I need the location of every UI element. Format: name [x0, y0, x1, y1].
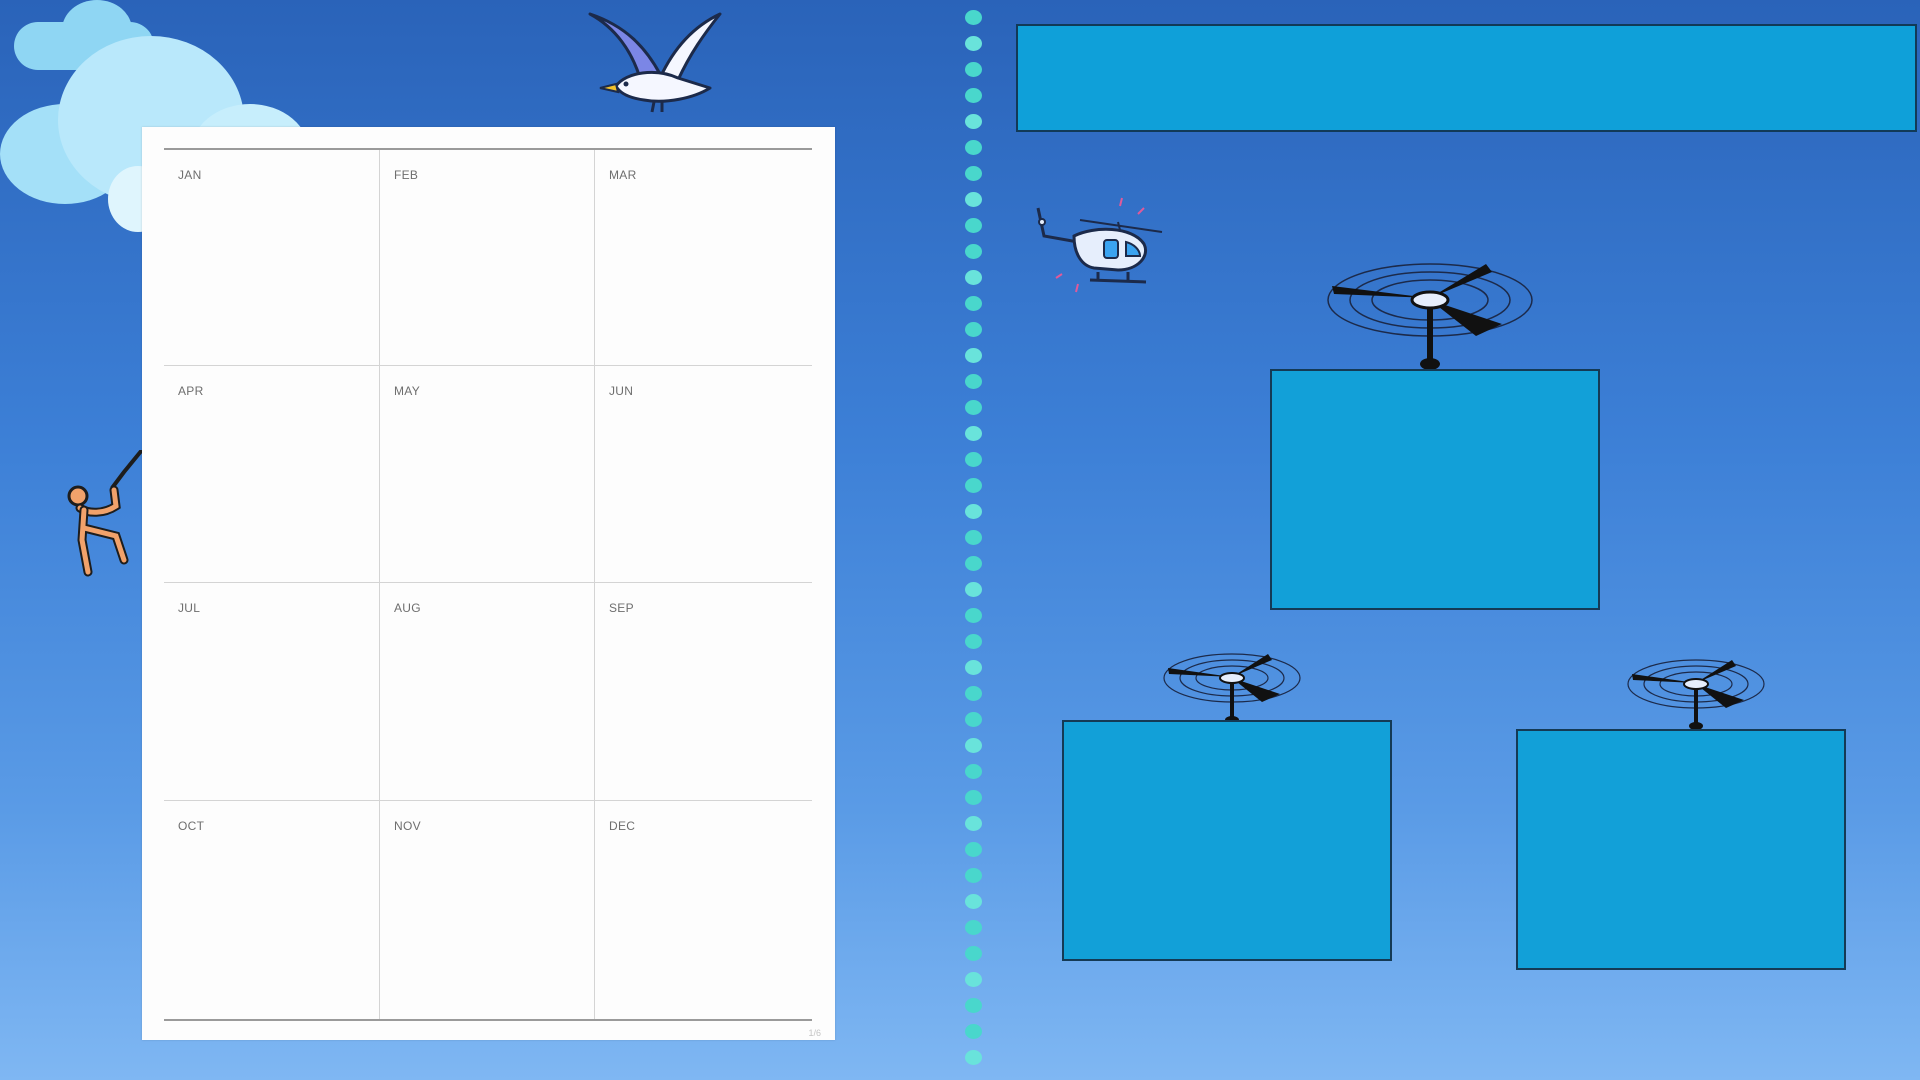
- rotor-icon: [1327, 263, 1533, 370]
- divider-dot: [965, 504, 982, 519]
- rotor-icon: [1163, 653, 1301, 724]
- divider-dot: [965, 764, 982, 779]
- divider-dot: [965, 790, 982, 805]
- divider-dot: [965, 842, 982, 857]
- divider-dot: [965, 894, 982, 909]
- month-label: APR: [178, 384, 204, 398]
- divider-dot: [965, 166, 982, 181]
- divider-dot: [965, 244, 982, 259]
- divider-dot: [965, 1024, 982, 1039]
- month-cell-may: MAY: [380, 366, 595, 583]
- divider-dot: [965, 400, 982, 415]
- month-label: DEC: [609, 819, 636, 833]
- org-box-top[interactable]: [1270, 369, 1600, 610]
- divider-dot: [965, 140, 982, 155]
- month-cell-feb: FEB: [380, 150, 595, 366]
- divider-dot: [965, 322, 982, 337]
- month-label: FEB: [394, 168, 419, 182]
- divider-dot: [965, 348, 982, 363]
- divider-dot: [965, 192, 982, 207]
- divider-dot: [965, 1050, 982, 1065]
- month-cell-nov: NOV: [380, 801, 595, 1019]
- title-banner[interactable]: [1016, 24, 1917, 132]
- month-cell-apr: APR: [164, 366, 380, 583]
- divider-dot: [965, 556, 982, 571]
- divider-dot: [965, 270, 982, 285]
- month-label: JUL: [178, 601, 201, 615]
- divider-dot: [965, 530, 982, 545]
- climber-icon: [67, 450, 144, 577]
- seagull-icon: [588, 12, 722, 113]
- month-cell-jul: JUL: [164, 583, 380, 801]
- divider-dot: [965, 738, 982, 753]
- month-label: JAN: [178, 168, 202, 182]
- month-cell-jan: JAN: [164, 150, 380, 366]
- month-cell-dec: DEC: [595, 801, 812, 1019]
- month-label: NOV: [394, 819, 421, 833]
- divider-dot: [965, 634, 982, 649]
- month-cell-oct: OCT: [164, 801, 380, 1019]
- divider-dot: [965, 816, 982, 831]
- divider-dot: [965, 478, 982, 493]
- month-label: MAR: [609, 168, 637, 182]
- helicopter-icon: [1036, 197, 1163, 293]
- divider-dot: [965, 10, 982, 25]
- divider-dot: [965, 686, 982, 701]
- page-indicator: 1/6: [808, 1028, 821, 1038]
- month-label: AUG: [394, 601, 421, 615]
- month-grid: JAN FEB MAR APR MAY JUN JUL AUG SEP OCT …: [164, 148, 812, 1021]
- divider-dot: [965, 218, 982, 233]
- divider-dot: [965, 998, 982, 1013]
- divider-dot: [965, 426, 982, 441]
- divider-dot: [965, 660, 982, 675]
- divider-dot: [965, 582, 982, 597]
- divider-dot: [965, 712, 982, 727]
- divider-dot: [965, 62, 982, 77]
- org-box-right[interactable]: [1516, 729, 1846, 970]
- month-label: OCT: [178, 819, 205, 833]
- divider-dot: [965, 374, 982, 389]
- divider-dot: [965, 296, 982, 311]
- divider-dot: [965, 88, 982, 103]
- divider-dot: [965, 452, 982, 467]
- divider-dot: [965, 114, 982, 129]
- divider-dot: [965, 946, 982, 961]
- dotted-divider: [963, 10, 983, 1080]
- divider-dot: [965, 920, 982, 935]
- month-cell-aug: AUG: [380, 583, 595, 801]
- month-cell-mar: MAR: [595, 150, 812, 366]
- divider-dot: [965, 36, 982, 51]
- rotor-icon: [1627, 659, 1765, 730]
- month-cell-jun: JUN: [595, 366, 812, 583]
- org-box-left[interactable]: [1062, 720, 1392, 961]
- month-label: JUN: [609, 384, 634, 398]
- calendar-page: JAN FEB MAR APR MAY JUN JUL AUG SEP OCT …: [142, 127, 835, 1040]
- month-label: SEP: [609, 601, 634, 615]
- divider-dot: [965, 608, 982, 623]
- divider-dot: [965, 972, 982, 987]
- month-cell-sep: SEP: [595, 583, 812, 801]
- month-label: MAY: [394, 384, 421, 398]
- divider-dot: [965, 868, 982, 883]
